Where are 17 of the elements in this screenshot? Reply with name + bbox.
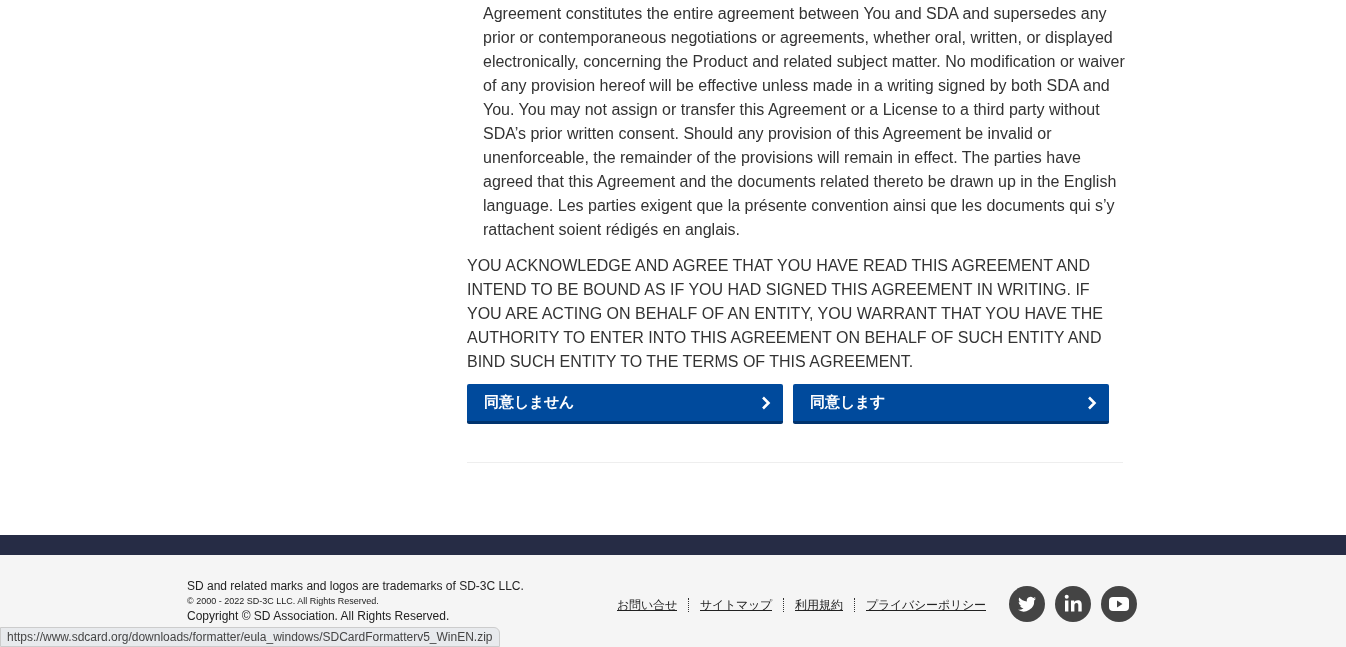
acknowledgement-text: YOU ACKNOWLEDGE AND AGREE THAT YOU HAVE READ THIS AGREEMENT AND INTEND TO BE BOUND AS IF YOU HAD SIGNED THIS AGREEMENT IN WRITING. IF YOU ARE ACTING ON BEHALF OF AN ENTITY, YOU WARRANT THAT YOU HAVE THE AUTHORITY TO ENTER INTO THIS AGREEMENT ON BEHALF OF SUCH ENTITY AND BIND SUCH ENTITY TO THE TERMS OF THIS AGREEMENT.	[467, 256, 1104, 372]
footer-link[interactable]: サイトマップ	[700, 596, 772, 614]
twitter-icon[interactable]	[1009, 586, 1045, 622]
status-url: https://www.sdcard.org/downloads/formatter/eula_windows/SDCardFormatterv5_WinEN.zip	[0, 627, 500, 647]
linkedin-icon[interactable]	[1055, 586, 1091, 622]
agreement-button[interactable]: 同意します	[793, 384, 1109, 424]
chevron-icon	[1087, 395, 1097, 410]
agreement-clause: Agreement constitutes the entire agreement between You and SDA and supersedes any prior or contemporaneous negotiations or agreements, whether oral, written, or displayed electronically, concerning the Product and related subject matter. No modification or waiver of any provision hereof will be effective unless made in a writing signed by both SDA and You. You may not assign or transfer this Agreement or a License to a third party without SDA’s prior written consent. Should any provision of this Agreement be invalid or unenforceable, the remainder of the provisions will remain in effect. The parties have agreed that this Agreement and the documents related thereto be drawn up in the English language. Les parties exigent que la présente convention ainsi que les documents qui s’y rattachent soient rédigés en anglais.	[483, 4, 1126, 240]
footer-link[interactable]: 利用規約	[795, 596, 843, 614]
legal-text: SD and related marks and logos are trademarks of SD-3C LLC.	[187, 579, 525, 593]
legal-text: Copyright © SD Association. All Rights Reserved.	[187, 609, 451, 623]
footer-link[interactable]: プライバシーポリシー	[866, 596, 986, 614]
youtube-icon[interactable]	[1101, 586, 1137, 622]
footer-link[interactable]: お問い合せ	[617, 596, 677, 614]
agreement-button[interactable]: 同意しません	[467, 384, 783, 424]
legal-text: © 2000 - 2022 SD-3C LLC. All Rights Reserved.	[187, 596, 380, 606]
chevron-icon	[761, 395, 771, 410]
